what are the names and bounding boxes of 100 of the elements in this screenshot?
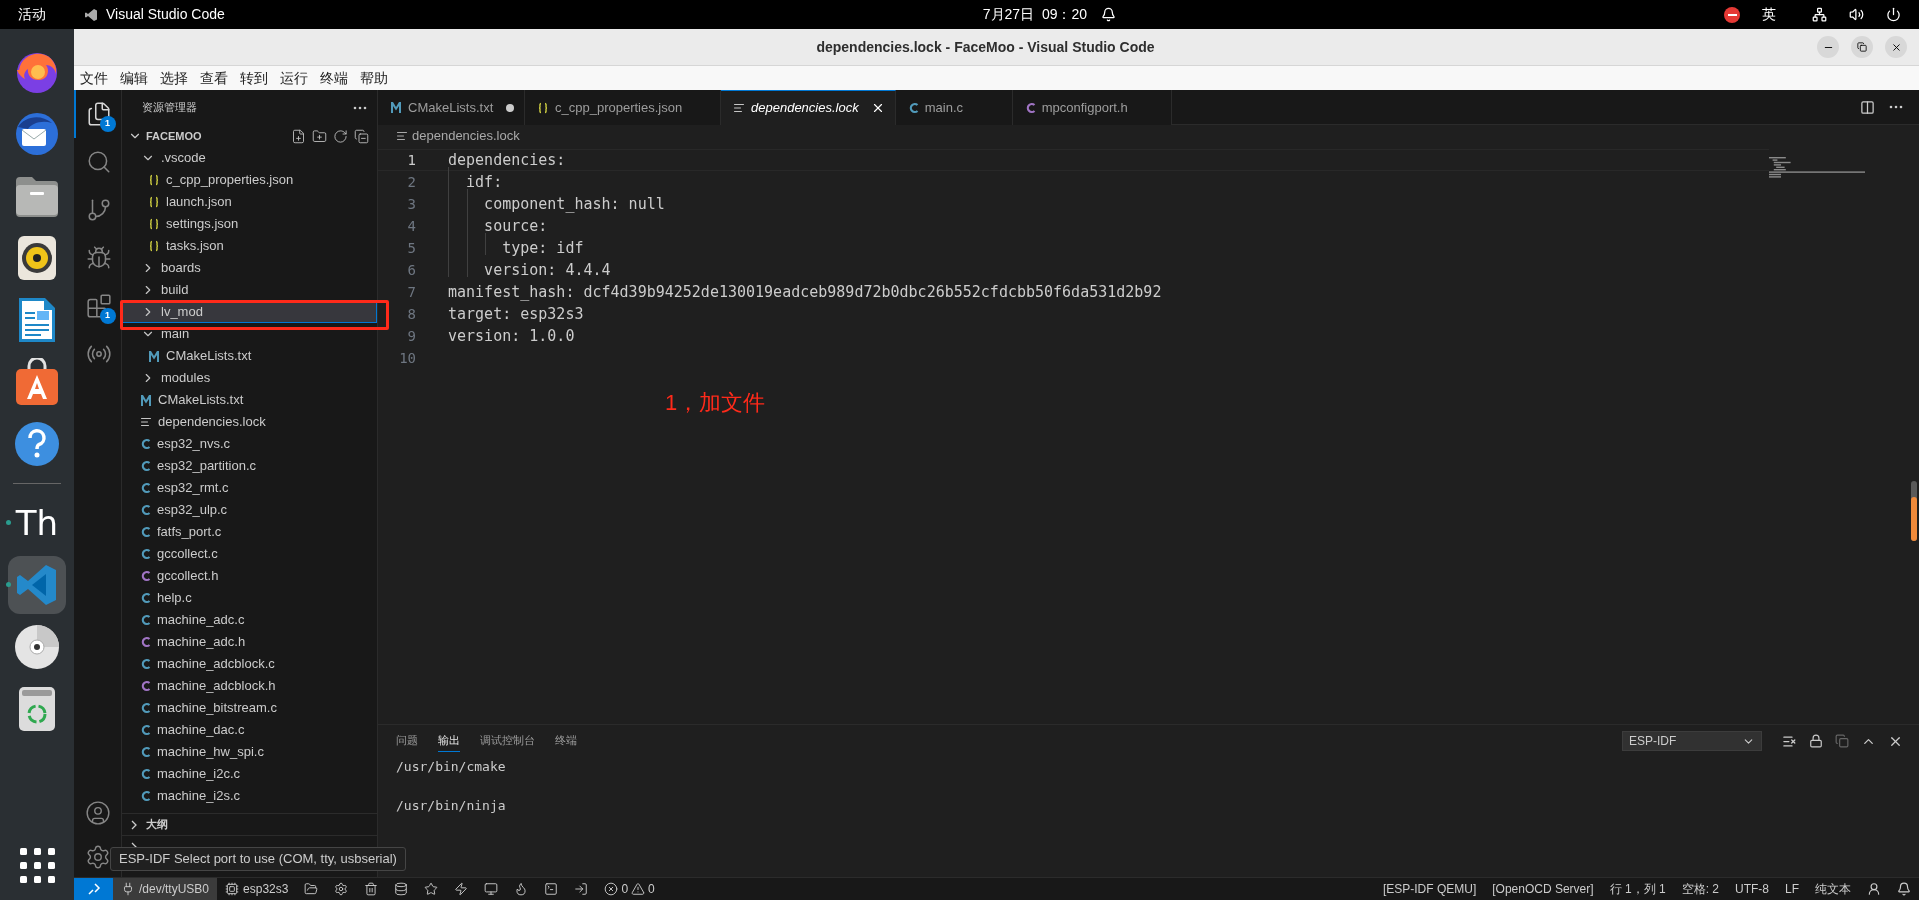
dock-app-button[interactable]: Th (8, 494, 66, 552)
bug-icon (85, 245, 112, 271)
restore-button[interactable] (1851, 36, 1873, 58)
help-icon (14, 421, 60, 467)
trash-icon (18, 686, 56, 732)
file-row[interactable]: gccollect.c (122, 543, 377, 565)
workspace-title: FACEMOO (146, 128, 203, 144)
lines-icon (733, 102, 745, 114)
file-row[interactable]: launch.json (122, 191, 377, 213)
menu-item[interactable]: 终端 (320, 67, 348, 89)
c-letter-icon (140, 636, 151, 648)
status-bar-item[interactable]: UTF-8 (1727, 878, 1777, 900)
network-icon (1812, 7, 1827, 22)
file-row[interactable]: CMakeLists.txt (122, 345, 377, 367)
editor-tab[interactable]: main.c (895, 90, 1013, 125)
menu-item[interactable]: 运行 (280, 67, 308, 89)
activity-bar-button[interactable]: 1 (73, 282, 122, 330)
editor-tab[interactable]: mpconfigport.h (1012, 90, 1172, 125)
file-row[interactable]: machine_adc.c (122, 609, 377, 631)
menu-item[interactable]: 转到 (240, 67, 268, 89)
status-bar-item[interactable]: 空格: 2 (1673, 878, 1727, 900)
file-row[interactable]: settings.json (122, 213, 377, 235)
code-line: type: idf (501, 237, 584, 259)
menu-item[interactable]: 文件 (80, 67, 108, 89)
c-letter-icon (140, 482, 151, 494)
scrollbar-drawing (1911, 481, 1917, 541)
status-bar-item[interactable]: LF (1777, 878, 1807, 900)
file-row[interactable]: esp32_nvs.c (122, 433, 377, 455)
editor-tab[interactable]: dependencies.lock (721, 90, 896, 125)
file-row[interactable]: gccollect.h (122, 565, 377, 587)
file-row[interactable]: CMakeLists.txt (122, 389, 377, 411)
clock-button[interactable]: 7月27日 09：20 (982, 4, 1088, 25)
file-row[interactable]: esp32_ulp.c (122, 499, 377, 521)
folder-row[interactable]: main (122, 323, 377, 345)
menu-item[interactable]: 编辑 (120, 67, 148, 89)
file-row[interactable]: fatfs_port.c (122, 521, 377, 543)
panel-tab[interactable]: 问题 (396, 730, 418, 752)
copy-icon (1835, 733, 1849, 748)
file-row[interactable]: dependencies.lock (122, 411, 377, 433)
close-button[interactable] (1885, 36, 1907, 58)
input-method-button[interactable]: 英 (1762, 4, 1776, 25)
file-row[interactable]: machine_adcblock.c (122, 653, 377, 675)
panel-tab[interactable]: 输出 (438, 730, 460, 752)
braces-icon (537, 101, 549, 114)
collapse-icon (354, 128, 369, 144)
c-letter-icon (140, 570, 151, 582)
status-bar-item[interactable]: [OpenOCD Server] (1484, 878, 1602, 900)
file-row[interactable]: c_cpp_properties.json (122, 169, 377, 191)
file-row[interactable]: machine_adcblock.h (122, 675, 377, 697)
menu-item[interactable]: 查看 (200, 67, 228, 89)
folder-row[interactable]: lv_mod (122, 301, 377, 323)
c-letter-icon (140, 658, 151, 670)
menu-item[interactable]: 帮助 (360, 67, 388, 89)
folder-row[interactable]: .vscode (122, 147, 377, 169)
status-bar-item[interactable]: [ESP-IDF QEMU] (1374, 878, 1485, 900)
editor-tab[interactable]: CMakeLists.txt (378, 90, 525, 125)
speaker-icon (17, 235, 57, 281)
account-icon (84, 800, 111, 826)
file-row[interactable]: machine_hw_spi.c (122, 741, 377, 763)
file-row[interactable]: machine_i2c.c (122, 763, 377, 785)
folder-row[interactable]: build (122, 279, 377, 301)
breadcrumb[interactable]: dependencies.lock (412, 126, 520, 146)
power-icon (1886, 7, 1901, 22)
braces-icon (148, 174, 160, 186)
folder-row[interactable]: boards (122, 257, 377, 279)
star-icon (424, 882, 439, 896)
lightning-icon (454, 882, 469, 896)
trash-icon (364, 882, 379, 896)
target-button[interactable]: esp32s3 (217, 878, 297, 900)
channel-dropdown[interactable]: ESP-IDF (1622, 731, 1762, 751)
remote-icon (86, 882, 101, 896)
new-folder-icon (312, 128, 327, 144)
status-bar-item[interactable]: 纯文本 (1807, 878, 1859, 900)
panel-tab[interactable]: 调试控制台 (480, 730, 535, 752)
file-row[interactable]: machine_bitstream.c (122, 697, 377, 719)
line-number: 6 (406, 260, 416, 280)
port-button[interactable]: /dev/ttyUSB0 (113, 878, 218, 900)
status-bar-item[interactable]: 行 1，列 1 (1601, 878, 1674, 900)
file-row[interactable]: esp32_partition.c (122, 455, 377, 477)
menu-item[interactable]: 选择 (160, 67, 188, 89)
line-number: 7 (406, 282, 416, 302)
file-row[interactable]: tasks.json (122, 235, 377, 257)
file-row[interactable]: help.c (122, 587, 377, 609)
flame-icon (514, 882, 529, 896)
panel-tab[interactable]: 终端 (555, 730, 577, 752)
code-line: manifest_hash: dcf4d39b94252de130019eadceb989d72b0dbc26b552cfdcbb50f6da531d2b92 (448, 281, 1162, 303)
file-row[interactable]: machine_dac.c (122, 719, 377, 741)
section-header[interactable]: 大纲 (122, 813, 377, 835)
file-row[interactable]: machine_i2s.c (122, 785, 377, 807)
c-letter-icon (140, 702, 151, 714)
activities-button[interactable]: 活动 (18, 4, 46, 25)
braces-icon (148, 240, 160, 252)
file-row[interactable]: esp32_rmt.c (122, 477, 377, 499)
line-number: 1 (406, 150, 416, 170)
problems-button[interactable]: 0 0 (596, 878, 663, 900)
enter-icon (574, 882, 589, 896)
lines-icon (396, 130, 408, 142)
code-line: source: (483, 215, 548, 237)
folder-row[interactable]: modules (122, 367, 377, 389)
file-row[interactable]: machine_adc.h (122, 631, 377, 653)
